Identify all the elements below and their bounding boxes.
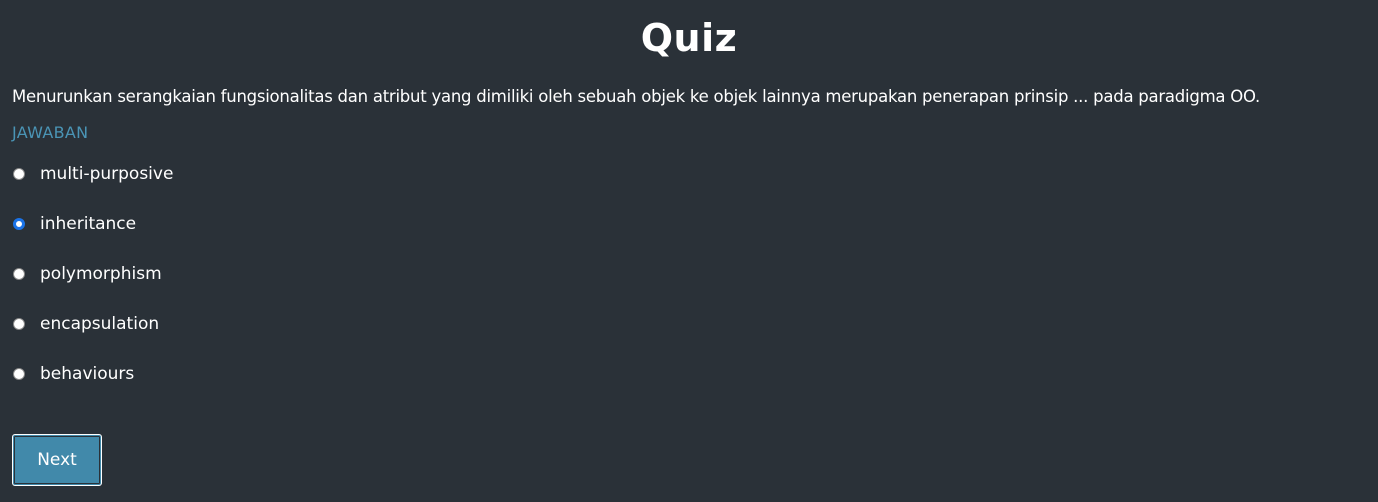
- option-label: encapsulation: [40, 314, 160, 334]
- radio-button[interactable]: [13, 368, 25, 380]
- page-title: Quiz: [640, 16, 738, 60]
- option-behaviours[interactable]: behaviours: [12, 349, 1366, 399]
- option-label: behaviours: [40, 364, 135, 384]
- option-multi-purposive[interactable]: multi-purposive: [12, 149, 1366, 199]
- option-label: polymorphism: [40, 264, 162, 284]
- option-polymorphism[interactable]: polymorphism: [12, 249, 1366, 299]
- option-label: multi-purposive: [40, 164, 174, 184]
- radio-button[interactable]: [13, 168, 25, 180]
- answer-options: multi-purposive inheritance polymorphism…: [12, 149, 1366, 399]
- option-inheritance[interactable]: inheritance: [12, 199, 1366, 249]
- option-label: inheritance: [40, 214, 137, 234]
- radio-button[interactable]: [13, 268, 25, 280]
- quiz-page: Quiz Menurunkan serangkaian fungsionalit…: [0, 0, 1378, 502]
- next-button[interactable]: Next: [12, 434, 102, 486]
- question-text: Menurunkan serangkaian fungsionalitas da…: [12, 87, 1261, 106]
- answer-heading: JAWABAN: [12, 123, 89, 142]
- radio-button[interactable]: [13, 218, 25, 230]
- radio-button[interactable]: [13, 318, 25, 330]
- option-encapsulation[interactable]: encapsulation: [12, 299, 1366, 349]
